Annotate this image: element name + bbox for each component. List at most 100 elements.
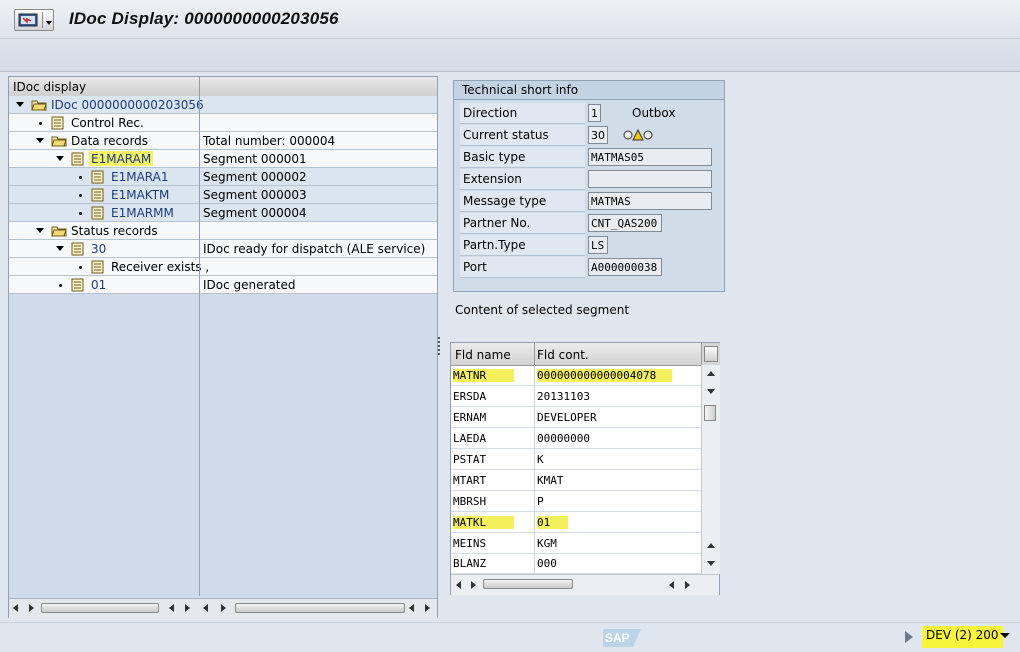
scroll-up-icon[interactable] [707,543,715,548]
tree-node-value: Segment 000004 [203,206,307,220]
field-partner-type: Partn.Type LS [460,235,718,256]
table-row[interactable]: BLANZ 000 [451,554,701,575]
tree-node-label[interactable]: E1MARAM [89,151,154,166]
collapse-icon[interactable] [56,156,64,161]
collapse-icon[interactable] [56,246,64,251]
scroll-left-icon[interactable] [13,604,18,612]
scroll-right-icon[interactable] [685,581,690,589]
port-value[interactable]: A000000038 [588,258,662,276]
tree-node-label[interactable]: E1MARMM [111,206,174,220]
column-settings-button[interactable] [701,343,720,365]
folder-open-icon [31,100,47,111]
partner-type-value[interactable]: LS [588,236,608,254]
table-row[interactable]: MEINS KGM [451,533,701,554]
basic-type-value[interactable]: MATMAS05 [588,148,712,166]
table-row[interactable]: LAEDA 00000000 [451,428,701,449]
tree-horizontal-scrollbar[interactable] [9,598,437,618]
tree-node-label[interactable]: Status records [71,224,158,238]
splitter-handle[interactable] [438,335,441,357]
tree-node-idoc[interactable]: IDoc 0000000000203056 [9,96,437,114]
chevron-down-icon[interactable] [1000,633,1010,638]
tree-node-status[interactable]: 01 IDoc generated [9,276,437,294]
collapse-icon[interactable] [36,228,44,233]
scroll-thumb[interactable] [704,405,716,421]
table-row[interactable]: MBRSH P [451,491,701,512]
tree-node-value: IDoc generated [203,278,296,292]
tree-node-status-records[interactable]: Status records [9,222,437,240]
segment-content-caption: Content of selected segment [455,303,630,317]
table-row[interactable]: ERNAM DEVELOPER [451,407,701,428]
message-type-value[interactable]: MATMAS [588,192,712,210]
tree-node-segment[interactable]: E1MARA1 Segment 000002 [9,168,437,186]
table-row[interactable]: PSTAT K [451,449,701,470]
field-label: Partn.Type [463,238,526,252]
tree-node-value: Segment 000002 [203,170,307,184]
tree-node-control-rec[interactable]: Control Rec. [9,114,437,132]
scroll-right-icon[interactable] [425,604,430,612]
table-horizontal-scrollbar[interactable] [451,574,719,595]
page-title: IDoc Display: 0000000000203056 [69,9,339,28]
partner-no-value[interactable]: CNT_QAS200 [588,214,662,232]
tree-node-value: Total number: 000004 [203,134,336,148]
tree-column-header: IDoc display [13,80,87,94]
scroll-right-icon[interactable] [221,604,226,612]
scroll-left-icon[interactable] [456,581,461,589]
tree-node-label[interactable]: E1MAKTM [111,188,169,202]
tree-node-segment[interactable]: E1MARMM Segment 000004 [9,204,437,222]
tree-node-data-records[interactable]: Data records Total number: 000004 [9,132,437,150]
document-icon [71,242,84,256]
tree-node-segment[interactable]: E1MAKTM Segment 000003 [9,186,437,204]
segment-fields-table: Fld name Fld cont. MATNR 000000000000004… [450,342,720,595]
tree-node-label[interactable]: Control Rec. [71,116,144,130]
technical-info-header: Technical short info [454,81,724,100]
collapse-icon[interactable] [36,138,44,143]
scroll-thumb[interactable] [235,603,405,613]
tree-node-receiver[interactable]: Receiver exists , [9,258,437,276]
tree-node-value: Segment 000001 [203,152,307,166]
column-header-field-name[interactable]: Fld name [455,348,511,362]
tree-node-segment[interactable]: E1MARAM Segment 000001 [9,150,437,168]
direction-value[interactable]: 1 [588,104,601,122]
system-menu-button[interactable] [14,9,54,31]
scroll-up-icon[interactable] [707,371,715,376]
status-value[interactable]: 30 [588,126,608,144]
technical-info-panel: Technical short info Direction 1 Outbox … [453,80,725,292]
table-row[interactable]: MTART KMAT [451,470,701,491]
scroll-left-icon[interactable] [669,581,674,589]
tree-node-label[interactable]: E1MARA1 [111,170,168,184]
table-row[interactable]: ERSDA 20131103 [451,386,701,407]
table-row[interactable]: MATNR 000000000000004078 [451,365,701,386]
scroll-left-icon[interactable] [203,604,208,612]
title-bar: IDoc Display: 0000000000203056 [0,0,1020,39]
expand-status-icon[interactable] [905,631,913,643]
document-icon [91,170,104,184]
table-header: Fld name Fld cont. [451,343,701,366]
column-header-field-content[interactable]: Fld cont. [537,348,589,362]
tree-node-label[interactable]: 30 [91,242,106,256]
document-icon [91,260,104,274]
scroll-right-icon[interactable] [471,581,476,589]
idoc-tree-panel: IDoc display IDoc 0000000000203056 Contr… [8,76,438,618]
extension-value[interactable] [588,170,712,188]
scroll-right-icon[interactable] [185,604,190,612]
document-icon [71,278,84,292]
table-vertical-scrollbar[interactable] [701,365,720,574]
scroll-right-icon[interactable] [29,604,34,612]
system-info[interactable]: DEV (2) 200 [922,626,1003,648]
field-label: Partner No. [463,216,531,230]
scroll-down-icon[interactable] [707,389,715,394]
tree-node-label[interactable]: Receiver exists , [111,260,209,274]
scroll-thumb[interactable] [41,603,159,613]
scroll-down-icon[interactable] [707,561,715,566]
scroll-left-icon[interactable] [409,604,414,612]
collapse-icon[interactable] [16,102,24,107]
scroll-left-icon[interactable] [169,604,174,612]
table-row[interactable]: MATKL 01 [451,512,701,533]
tree-node-status[interactable]: 30 IDoc ready for dispatch (ALE service) [9,240,437,258]
scroll-thumb[interactable] [483,579,573,589]
tree-node-label[interactable]: 01 [91,278,106,292]
field-port: Port A000000038 [460,257,718,278]
tree-node-label[interactable]: IDoc 0000000000203056 [51,98,204,112]
chevron-down-icon [46,21,52,25]
tree-node-label[interactable]: Data records [71,134,148,148]
